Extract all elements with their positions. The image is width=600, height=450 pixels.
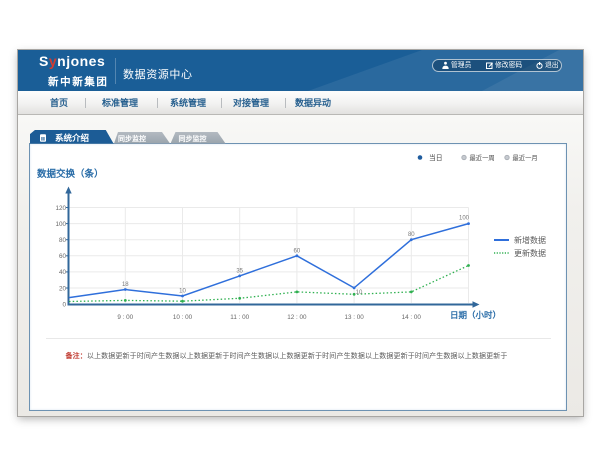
svg-text:数据交换（条）: 数据交换（条） [36, 168, 104, 180]
svg-text:最近一月: 最近一月 [513, 153, 538, 162]
svg-text:60: 60 [59, 253, 67, 260]
svg-text:60: 60 [294, 248, 301, 254]
svg-text:最近一周: 最近一周 [470, 153, 495, 162]
svg-text:日期（小时）: 日期（小时） [450, 310, 501, 320]
svg-text:10: 10 [179, 289, 186, 295]
svg-text:14 : 00: 14 : 00 [402, 314, 422, 321]
svg-text:18: 18 [122, 282, 129, 288]
svg-text:20: 20 [59, 285, 67, 292]
svg-text:80: 80 [59, 237, 67, 244]
svg-text:100: 100 [55, 221, 66, 228]
svg-text:80: 80 [408, 232, 415, 238]
svg-text:120: 120 [55, 205, 66, 212]
svg-text:40: 40 [59, 269, 67, 276]
svg-text:10 : 00: 10 : 00 [173, 314, 193, 321]
svg-text:更新数据: 更新数据 [514, 248, 546, 258]
svg-text:100: 100 [459, 215, 470, 221]
svg-text:当日: 当日 [429, 153, 443, 162]
svg-text:9 : 00: 9 : 00 [117, 314, 133, 321]
svg-text:12 : 00: 12 : 00 [287, 314, 307, 321]
svg-text:11 : 00: 11 : 00 [230, 314, 249, 321]
svg-text:13 : 00: 13 : 00 [344, 314, 364, 321]
svg-text:35: 35 [236, 269, 243, 275]
svg-text:新增数据: 新增数据 [514, 235, 546, 245]
svg-text:0: 0 [62, 301, 66, 308]
svg-text:10: 10 [356, 290, 363, 296]
